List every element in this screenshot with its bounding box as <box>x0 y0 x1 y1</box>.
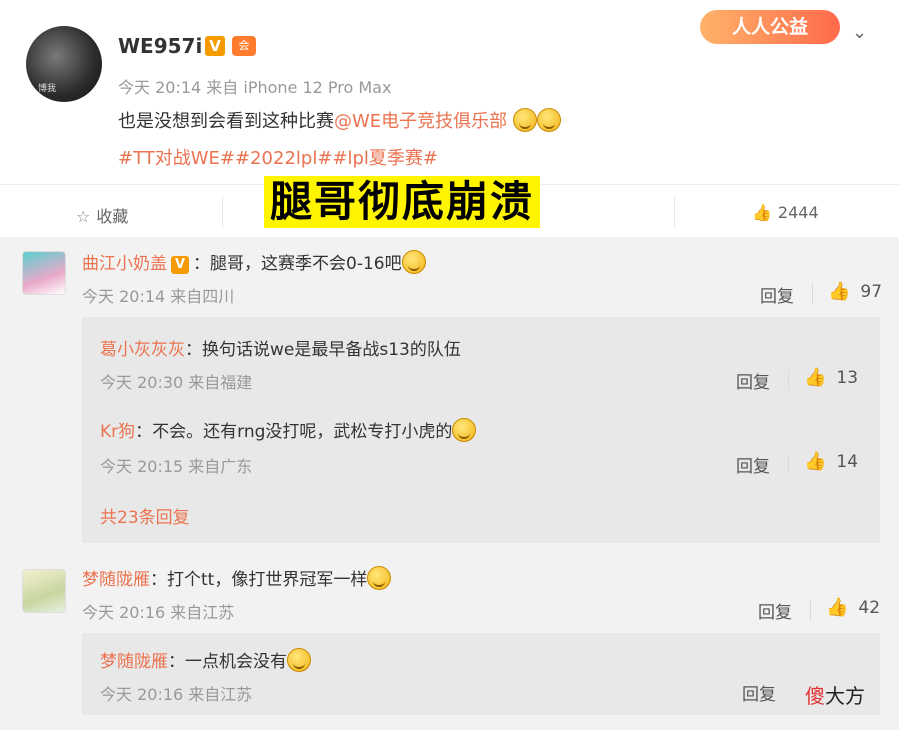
chevron-down-icon[interactable]: ⌄ <box>852 22 867 43</box>
comment-section: 曲江小奶盖 V ：腿哥，这赛季不会0-16吧 今天 20:14 来自四川 回复 👍 9… <box>0 237 899 730</box>
reply-button[interactable]: 回复 <box>736 368 770 393</box>
grin-emoji-icon <box>287 648 311 672</box>
reply-body: ：一点机会没有 <box>168 652 287 672</box>
smile-emoji-icon <box>512 108 537 132</box>
sub-reply-text: Kr狗：不会。还有rng没打呢，武松专打小虎的 <box>100 417 477 442</box>
verified-badge-icon: V <box>171 256 189 274</box>
thumbs-up-icon: 👍 <box>826 597 849 618</box>
collect-button[interactable]: ☆ 收藏 <box>76 203 128 227</box>
comment-text: 梦随陇雁：打个tt，像打世界冠军一样 <box>82 565 392 590</box>
video-caption-overlay: 腿哥彻底崩溃 <box>264 176 541 228</box>
grin-emoji-icon <box>367 566 392 590</box>
commenter-nick[interactable]: 曲江小奶盖 <box>82 254 167 274</box>
hashtag-links[interactable]: #TT对战WE##2022lpl##lpl夏季赛# <box>118 144 438 170</box>
avatar-caption: 博我 <box>38 84 57 94</box>
replier-nick[interactable]: Kr狗 <box>100 422 135 442</box>
comment-body: ：打个tt，像打世界冠军一样 <box>150 570 368 590</box>
sub-reply-box: 葛小灰灰灰：换句话说we是最早备战s13的队伍 今天 20:30 来自福建 回复… <box>82 317 880 543</box>
thumbs-up-icon: 👍 <box>752 203 772 222</box>
action-divider <box>674 197 675 227</box>
sub-reply-box: 梦随陇雁：一点机会没有 今天 20:16 来自江苏 回复 <box>82 633 880 715</box>
sub-reply-text: 葛小灰灰灰：换句话说we是最早备战s13的队伍 <box>100 335 461 360</box>
comment-body: ：腿哥，这赛季不会0-16吧 <box>193 254 402 274</box>
reply-like-count: 13 <box>836 368 859 388</box>
thumbs-up-icon: 👍 <box>828 281 851 302</box>
thumbs-up-icon: 👍 <box>804 451 827 472</box>
thumbs-up-icon: 👍 <box>804 367 827 388</box>
post-meta: 今天 20:14 来自 iPhone 12 Pro Max <box>118 78 392 97</box>
author-avatar[interactable]: 博我 <box>26 26 102 102</box>
action-divider <box>810 600 811 620</box>
like-count: 2444 <box>777 203 819 222</box>
comment-like-button[interactable]: 👍 42 <box>826 597 880 618</box>
reply-meta: 今天 20:15 来自广东 <box>100 457 253 476</box>
charity-badge[interactable]: 人人公益 <box>700 10 840 44</box>
comment-meta: 今天 20:14 来自四川 <box>82 287 235 306</box>
watermark-rest: 大方 <box>825 684 865 708</box>
smile-emoji-icon <box>536 108 561 132</box>
reply-meta: 今天 20:16 来自江苏 <box>100 685 253 704</box>
action-divider <box>788 454 789 474</box>
reply-button[interactable]: 回复 <box>758 598 792 623</box>
post-text-body: 也是没想到会看到这种比赛 <box>118 111 334 132</box>
reply-like-count: 14 <box>836 452 859 472</box>
comment-like-count: 97 <box>860 282 883 302</box>
comment-like-count: 42 <box>858 598 881 618</box>
mention-link[interactable]: @WE电子竞技俱乐部 <box>334 111 507 132</box>
sub-reply-text: 梦随陇雁：一点机会没有 <box>100 647 311 672</box>
watermark: 傻大方 <box>805 680 865 709</box>
smile-emoji-icon <box>401 250 426 274</box>
vip-badge-icon: 会 <box>232 36 256 56</box>
comment-meta: 今天 20:16 来自江苏 <box>82 603 235 622</box>
commenter-avatar[interactable] <box>22 569 66 613</box>
reply-meta: 今天 20:30 来自福建 <box>100 373 253 392</box>
reply-like-button[interactable]: 👍 13 <box>804 367 858 388</box>
like-button[interactable]: 👍 2444 <box>752 203 819 222</box>
author-username[interactable]: WE957i <box>118 34 202 58</box>
post-text: 也是没想到会看到这种比赛@WE电子竞技俱乐部 <box>118 107 561 133</box>
action-divider <box>222 197 223 227</box>
reply-like-button[interactable]: 👍 14 <box>804 451 858 472</box>
action-divider <box>812 284 813 304</box>
comment-like-button[interactable]: 👍 97 <box>828 281 882 302</box>
watermark-red: 傻 <box>805 684 825 708</box>
commenter-nick[interactable]: 梦随陇雁 <box>82 570 150 590</box>
replier-nick[interactable]: 葛小灰灰灰 <box>100 340 185 360</box>
view-more-replies-link[interactable]: 共23条回复 <box>100 503 190 528</box>
smile-emoji-icon <box>452 418 477 442</box>
reply-button[interactable]: 回复 <box>742 680 776 705</box>
reply-body: ：换句话说we是最早备战s13的队伍 <box>185 340 461 360</box>
reply-body: ：不会。还有rng没打呢，武松专打小虎的 <box>135 422 453 442</box>
comment-text: 曲江小奶盖 V ：腿哥，这赛季不会0-16吧 <box>82 249 426 274</box>
verified-badge-icon: V <box>205 36 225 56</box>
star-icon: ☆ <box>76 207 91 226</box>
replier-nick[interactable]: 梦随陇雁 <box>100 652 168 672</box>
reply-button[interactable]: 回复 <box>760 282 794 307</box>
action-divider <box>788 370 789 390</box>
commenter-avatar[interactable] <box>22 251 66 295</box>
collect-label: 收藏 <box>96 207 129 226</box>
reply-button[interactable]: 回复 <box>736 452 770 477</box>
